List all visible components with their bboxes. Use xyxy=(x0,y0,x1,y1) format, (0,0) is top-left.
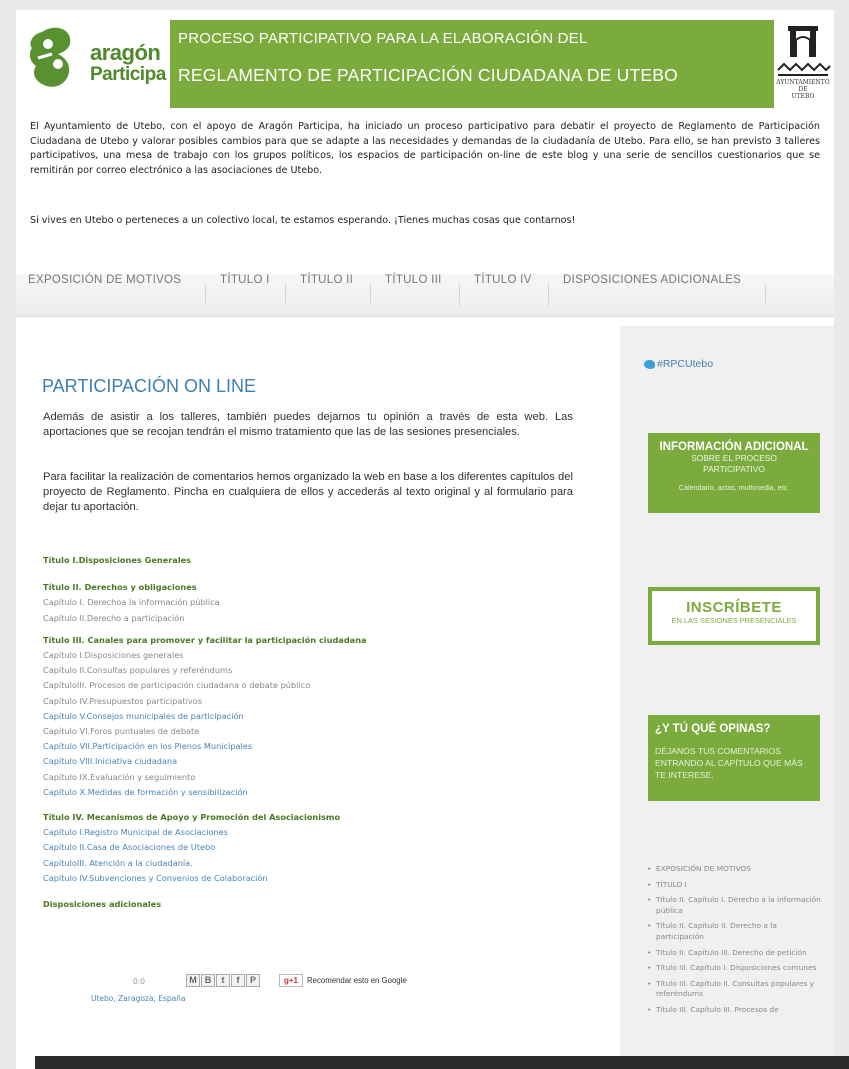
sidebar-link[interactable]: Título III. Capítulo I. Disposiciones co… xyxy=(646,963,826,974)
twitter-hashtag-label: #RPCUtebo xyxy=(657,358,714,370)
sidebar-link-list: EXPOSICIÓN DE MOTIVOS TÍTULO I Título II… xyxy=(646,864,826,1021)
banner-line-2: REGLAMENTO DE PARTICIPACIÓN CIUDADANA DE… xyxy=(178,65,678,85)
sidebar-link[interactable]: Título III. Capítulo III. Procesos de xyxy=(646,1005,826,1016)
nav-divider xyxy=(285,284,286,306)
toc-titulo-2[interactable]: Título II. Derechos y obligaciones xyxy=(43,580,367,595)
toc-link[interactable]: Capítulo IV.Presupuestos participativos xyxy=(43,694,367,709)
bottom-bar xyxy=(35,1056,849,1069)
nav-divider xyxy=(459,284,460,306)
info-adicional-sub2: PARTICIPATIVO xyxy=(703,464,765,474)
inscribete-sub: EN LAS SESIONES PRESENCIALES xyxy=(671,616,797,625)
toc-link[interactable]: Capítulo VI.Foros puntuales de debate xyxy=(43,724,367,739)
nav-divider xyxy=(765,284,766,306)
toc-titulo-1[interactable]: Título I.Disposiciones Generales xyxy=(43,553,367,568)
recommend-google-text: Recomendar esto en Google xyxy=(307,976,407,985)
logo-text-aragon: aragón xyxy=(90,40,161,65)
sidebar-link[interactable]: TÍTULO I xyxy=(646,880,826,891)
facebook-share-icon[interactable]: f xyxy=(231,974,245,987)
twitter-bird-icon xyxy=(644,359,655,369)
toc-link[interactable]: Capítulo VIII.Iniciativa ciudadana xyxy=(43,754,367,769)
nav-item-titulo-2[interactable]: TÍTULO II xyxy=(300,274,353,316)
sidebar-link[interactable]: Título II. Capítulo I. Derecho a la info… xyxy=(646,895,826,916)
toc-link[interactable]: Capítulo II.Casa de Asociaciones de Uteb… xyxy=(43,840,367,855)
aragon-participa-logo[interactable]: aragón Participa xyxy=(24,24,166,96)
comment-count[interactable]: 0:0 xyxy=(133,977,145,986)
opinas-title: ¿Y TÚ QUÉ OPINAS? xyxy=(655,723,771,735)
nav-item-titulo-4[interactable]: TÍTULO IV xyxy=(474,274,532,316)
instructions-paragraph: Para facilitar la realización de comenta… xyxy=(43,471,573,513)
sidebar-link[interactable]: Título III. Capítulo II. Consultas popul… xyxy=(646,979,826,1000)
toc-link[interactable]: Capítulo IV.Subvenciones y Convenios de … xyxy=(43,871,367,886)
nav-divider xyxy=(370,284,371,306)
opinas-text: DÉJANOS TUS COMENTARIOS ENTRANDO AL CAPÍ… xyxy=(655,746,803,780)
nav-item-titulo-3[interactable]: TÍTULO III xyxy=(385,274,442,316)
toc-link[interactable]: Capítulo VII.Participación en los Plenos… xyxy=(43,739,367,754)
google-plus-button[interactable]: g+1 xyxy=(279,974,303,987)
nav-divider xyxy=(205,284,206,306)
toc-link[interactable]: Capítulo II.Consultas populares y referé… xyxy=(43,663,367,678)
toc-link[interactable]: Capítulo V.Consejos municipales de parti… xyxy=(43,709,367,724)
intro-paragraph: El Ayuntamiento de Utebo, con el apoyo d… xyxy=(30,121,820,176)
toc-link[interactable]: Capítulo I. Derechoa la información públ… xyxy=(43,595,367,610)
email-share-icon[interactable]: M xyxy=(186,974,200,987)
toc-link[interactable]: CapítuloIII. Atención a la ciudadanía. xyxy=(43,856,367,871)
info-adicional-sub1: SOBRE EL PROCESO xyxy=(691,453,777,463)
info-adicional-caption: Calendario, actas, multimedia, etc. xyxy=(678,483,790,492)
toc-link[interactable]: Capítulo II.Derecho a participación xyxy=(43,611,367,626)
toc-link[interactable]: Capítulo IX.Evaluación y seguimiento xyxy=(43,770,367,785)
sidebar-link[interactable]: EXPOSICIÓN DE MOTIVOS xyxy=(646,864,826,875)
toc-link[interactable]: Capítulo X.Medidas de formación y sensib… xyxy=(43,785,367,800)
toc-titulo-3[interactable]: Título III. Canales para promover y faci… xyxy=(43,633,367,648)
intro-online-paragraph: Además de asistir a los talleres, tambié… xyxy=(43,411,573,438)
sidebar-link[interactable]: Título II. Capítulo III. Derecho de peti… xyxy=(646,948,826,959)
toc-disposiciones[interactable]: Disposiciones adicionales xyxy=(43,897,367,912)
hand-logo-icon xyxy=(29,27,71,87)
sidebar: #RPCUtebo INFORMACIÓN ADICIONAL SOBRE EL… xyxy=(620,326,834,1069)
main-nav: EXPOSICIÓN DE MOTIVOS TÍTULO I TÍTULO II… xyxy=(16,274,834,317)
nav-item-titulo-1[interactable]: TÍTULO I xyxy=(220,274,270,316)
logo-text-participa: Participa xyxy=(90,64,166,85)
ayuntamiento-utebo-logo: AYUNTAMIENTO DE UTEBO xyxy=(774,22,832,106)
toc-link[interactable]: Capítulo I.Registro Municipal de Asociac… xyxy=(43,825,367,840)
sidebar-link[interactable]: Título II. Capítulo II. Derecho a la par… xyxy=(646,921,826,942)
toc-link[interactable]: Capítulo I.Disposiciones generales xyxy=(43,648,367,663)
table-of-contents: Título I.Disposiciones Generales Título … xyxy=(43,553,367,912)
twitter-hashtag-link[interactable]: #RPCUtebo xyxy=(644,358,713,370)
info-adicional-title: INFORMACIÓN ADICIONAL xyxy=(659,441,809,453)
ayuntamiento-caption: AYUNTAMIENTO DE UTEBO xyxy=(776,79,830,100)
page-title: PARTICIPACIÓN ON LINE xyxy=(42,376,257,396)
main-content: PARTICIPACIÓN ON LINE Además de asistir … xyxy=(16,326,620,1069)
opinas-banner[interactable]: ¿Y TÚ QUÉ OPINAS? DÉJANOS TUS COMENTARIO… xyxy=(648,715,820,801)
header-banner: PROCESO PARTICIPATIVO PARA LA ELABORACIÓ… xyxy=(170,20,774,108)
info-adicional-banner[interactable]: INFORMACIÓN ADICIONAL SOBRE EL PROCESO P… xyxy=(648,433,820,513)
page: aragón Participa PROCESO PARTICIPATIVO P… xyxy=(16,10,834,1069)
banner-line-1: PROCESO PARTICIPATIVO PARA LA ELABORACIÓ… xyxy=(178,30,588,47)
nav-divider xyxy=(548,284,549,306)
pinterest-share-icon[interactable]: P xyxy=(246,974,260,987)
blog-share-icon[interactable]: B xyxy=(201,974,215,987)
intro-invitation: Si vives en Utebo o perteneces a un cole… xyxy=(30,215,576,226)
toc-link[interactable]: CapítuloIII. Procesos de participación c… xyxy=(43,678,367,693)
toc-titulo-4[interactable]: Título IV. Mecanismos de Apoyo y Promoci… xyxy=(43,810,367,825)
share-buttons: M B t f P xyxy=(186,974,291,988)
ayuntamiento-crest-icon xyxy=(777,26,831,76)
inscribete-title: INSCRÍBETE xyxy=(686,599,782,616)
location-link[interactable]: Utebo, Zaragoza, España xyxy=(91,994,186,1003)
nav-item-disposiciones[interactable]: DISPOSICIONES ADICIONALES xyxy=(563,274,741,316)
nav-item-exposicion[interactable]: EXPOSICIÓN DE MOTIVOS xyxy=(28,274,181,316)
twitter-share-icon[interactable]: t xyxy=(216,974,230,987)
inscribete-banner[interactable]: INSCRÍBETE EN LAS SESIONES PRESENCIALES xyxy=(648,587,820,645)
